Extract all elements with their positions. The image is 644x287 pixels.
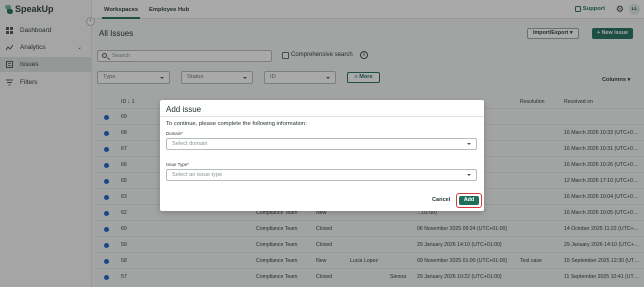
- issue-type-select[interactable]: Select an issue type: [166, 169, 477, 181]
- dialog-instruction: To continue, please complete the followi…: [166, 121, 307, 127]
- divider: [160, 116, 484, 117]
- dialog-title: Add issue: [166, 105, 202, 114]
- issue-type-placeholder: Select an issue type: [172, 172, 223, 178]
- add-button[interactable]: Add: [459, 196, 479, 205]
- caret-down-icon: [467, 174, 471, 176]
- cancel-button[interactable]: Cancel: [432, 197, 450, 203]
- add-issue-dialog: Add issue To continue, please complete t…: [160, 100, 484, 211]
- domain-label: Domain*: [166, 131, 183, 136]
- issue-type-label: Issue Type*: [166, 162, 189, 167]
- domain-select[interactable]: Select domain: [166, 138, 477, 150]
- domain-placeholder: Select domain: [172, 141, 208, 147]
- caret-down-icon: [467, 143, 471, 145]
